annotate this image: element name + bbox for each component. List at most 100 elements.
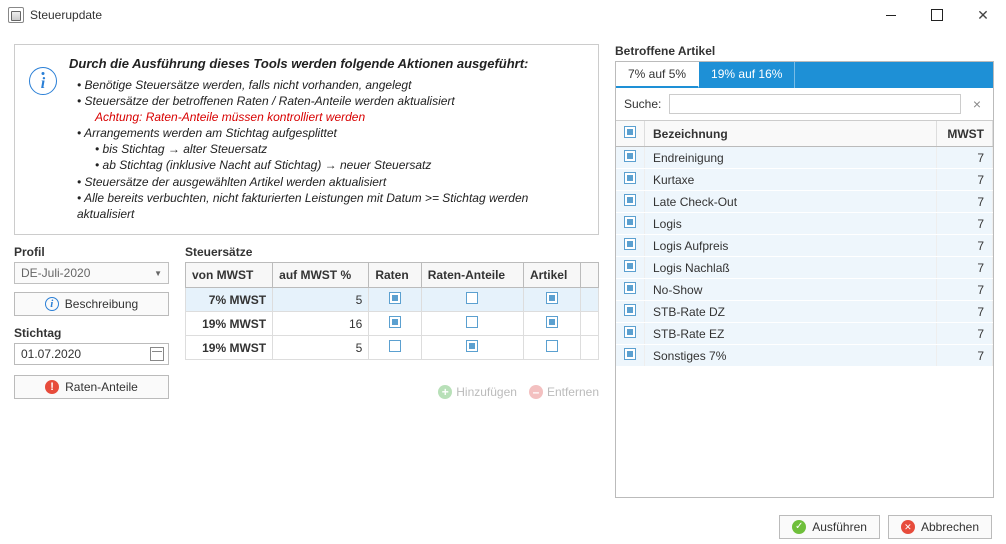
tab-7-auf-5[interactable]: 7% auf 5% <box>616 62 699 88</box>
info-line: • Arrangements werden am Stichtag aufges… <box>77 125 584 141</box>
checkbox-icon[interactable] <box>624 216 636 228</box>
col-spacer <box>581 263 599 288</box>
checkbox-icon[interactable] <box>389 316 401 328</box>
table-row[interactable]: 19% MWST5 <box>186 336 599 360</box>
cell-bezeichnung: STB-Rate DZ <box>645 301 937 323</box>
hinzufuegen-button[interactable]: Hinzufügen <box>438 385 517 399</box>
ausfuehren-button[interactable]: Ausführen <box>779 515 880 539</box>
entfernen-label: Entfernen <box>547 385 599 399</box>
cell-mwst: 7 <box>937 191 993 213</box>
maximize-button[interactable] <box>914 0 960 30</box>
checkbox-icon[interactable] <box>624 172 636 184</box>
col-auf[interactable]: auf MWST % <box>273 263 369 288</box>
checkbox-icon[interactable] <box>624 194 636 206</box>
cell-bezeichnung: Kurtaxe <box>645 169 937 191</box>
minimize-button[interactable] <box>868 0 914 30</box>
cell-check[interactable] <box>616 147 645 169</box>
profil-dropdown[interactable]: DE-Juli-2020 ▼ <box>14 262 169 284</box>
table-row[interactable]: 7% MWST5 <box>186 288 599 312</box>
tab-filler <box>795 62 993 88</box>
tab-19-auf-16[interactable]: 19% auf 16% <box>699 62 795 88</box>
cell-raten-anteile[interactable] <box>421 312 523 336</box>
stichtag-input[interactable]: 01.07.2020 <box>14 343 169 365</box>
list-item[interactable]: Logis7 <box>616 213 993 235</box>
list-item[interactable]: Logis Aufpreis7 <box>616 235 993 257</box>
checkbox-icon[interactable] <box>389 292 401 304</box>
raten-anteile-button[interactable]: Raten-Anteile <box>14 375 169 399</box>
cell-artikel[interactable] <box>523 336 580 360</box>
cell-bezeichnung: Logis <box>645 213 937 235</box>
cell-bezeichnung: Sonstiges 7% <box>645 345 937 367</box>
checkbox-icon[interactable] <box>466 316 478 328</box>
cell-auf: 16 <box>273 312 369 336</box>
table-row[interactable]: 19% MWST16 <box>186 312 599 336</box>
clear-icon[interactable]: × <box>969 96 985 112</box>
checkbox-icon[interactable] <box>624 348 636 360</box>
checkbox-icon[interactable] <box>546 340 558 352</box>
cell-artikel[interactable] <box>523 288 580 312</box>
cell-bezeichnung: STB-Rate EZ <box>645 323 937 345</box>
abbrechen-label: Abbrechen <box>921 520 979 534</box>
info-line: • Alle bereits verbuchten, nicht fakturi… <box>77 190 584 222</box>
list-item[interactable]: Endreinigung7 <box>616 147 993 169</box>
list-item[interactable]: Sonstiges 7%7 <box>616 345 993 367</box>
info-panel: Durch die Ausführung dieses Tools werden… <box>14 44 599 235</box>
window-title: Steuerupdate <box>30 8 868 22</box>
cell-check[interactable] <box>616 345 645 367</box>
cell-check[interactable] <box>616 301 645 323</box>
list-item[interactable]: Kurtaxe7 <box>616 169 993 191</box>
checkbox-icon[interactable] <box>624 304 636 316</box>
entfernen-button[interactable]: Entfernen <box>529 385 599 399</box>
checkbox-icon[interactable] <box>466 340 478 352</box>
list-item[interactable]: STB-Rate DZ7 <box>616 301 993 323</box>
col-mwst[interactable]: MWST <box>937 121 993 147</box>
checkbox-icon[interactable] <box>624 260 636 272</box>
checkbox-icon[interactable] <box>546 316 558 328</box>
checkbox-icon[interactable] <box>624 238 636 250</box>
cell-auf: 5 <box>273 336 369 360</box>
col-raten-anteile[interactable]: Raten-Anteile <box>421 263 523 288</box>
list-item[interactable]: Logis Nachlaß7 <box>616 257 993 279</box>
plus-icon <box>438 385 452 399</box>
hinzufuegen-label: Hinzufügen <box>456 385 517 399</box>
calendar-icon <box>150 347 164 361</box>
checkbox-icon[interactable] <box>466 292 478 304</box>
info-icon <box>45 297 59 311</box>
suche-input[interactable] <box>669 94 961 114</box>
list-item[interactable]: No-Show7 <box>616 279 993 301</box>
cell-check[interactable] <box>616 191 645 213</box>
cell-check[interactable] <box>616 213 645 235</box>
cell-raten[interactable] <box>369 312 421 336</box>
col-check[interactable] <box>616 121 645 147</box>
col-raten[interactable]: Raten <box>369 263 421 288</box>
list-item[interactable]: Late Check-Out7 <box>616 191 993 213</box>
col-bezeichnung[interactable]: Bezeichnung <box>645 121 937 147</box>
titlebar: Steuerupdate ✕ <box>0 0 1006 30</box>
checkbox-icon[interactable] <box>624 326 636 338</box>
cell-raten[interactable] <box>369 336 421 360</box>
beschreibung-button[interactable]: Beschreibung <box>14 292 169 316</box>
cell-mwst: 7 <box>937 169 993 191</box>
cell-artikel[interactable] <box>523 312 580 336</box>
cell-raten-anteile[interactable] <box>421 288 523 312</box>
checkbox-icon[interactable] <box>624 282 636 294</box>
steuersaetze-table: von MWST auf MWST % Raten Raten-Anteile … <box>185 262 599 360</box>
ausfuehren-label: Ausführen <box>812 520 867 534</box>
checkbox-icon[interactable] <box>624 126 636 138</box>
close-button[interactable]: ✕ <box>960 0 1006 30</box>
cell-check[interactable] <box>616 257 645 279</box>
list-item[interactable]: STB-Rate EZ7 <box>616 323 993 345</box>
col-artikel[interactable]: Artikel <box>523 263 580 288</box>
checkbox-icon[interactable] <box>546 292 558 304</box>
checkbox-icon[interactable] <box>624 150 636 162</box>
cell-raten[interactable] <box>369 288 421 312</box>
cell-check[interactable] <box>616 323 645 345</box>
cell-raten-anteile[interactable] <box>421 336 523 360</box>
info-icon <box>29 67 57 95</box>
cell-check[interactable] <box>616 235 645 257</box>
checkbox-icon[interactable] <box>389 340 401 352</box>
col-von[interactable]: von MWST <box>186 263 273 288</box>
abbrechen-button[interactable]: Abbrechen <box>888 515 992 539</box>
cell-check[interactable] <box>616 169 645 191</box>
cell-check[interactable] <box>616 279 645 301</box>
